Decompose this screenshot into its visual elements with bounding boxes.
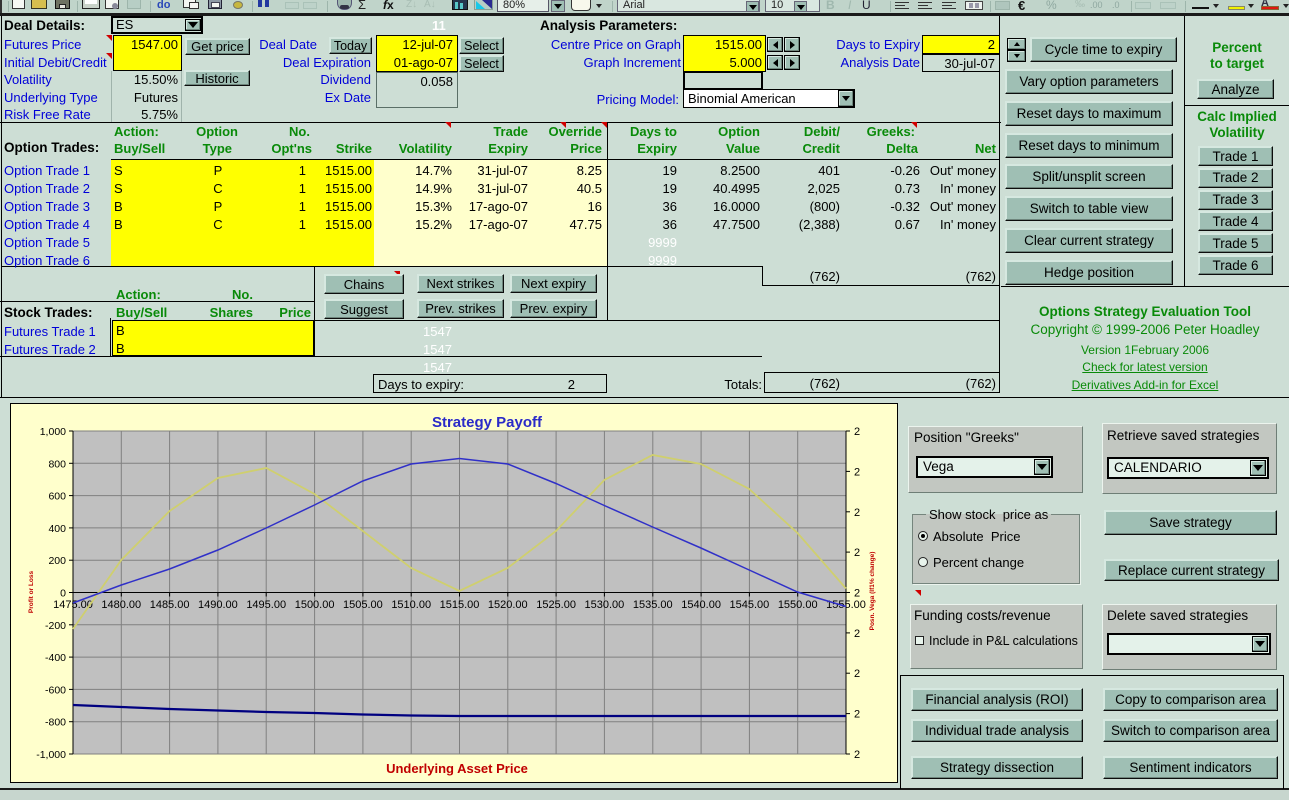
svg-text:1480.00: 1480.00 <box>101 599 141 611</box>
svg-text:1555.00: 1555.00 <box>826 599 866 611</box>
svg-text:1,000: 1,000 <box>40 426 66 438</box>
svg-text:1485.00: 1485.00 <box>150 599 190 611</box>
svg-text:2: 2 <box>854 668 860 680</box>
svg-text:Strategy Payoff: Strategy Payoff <box>432 414 543 431</box>
svg-text:2: 2 <box>854 749 860 761</box>
svg-text:1495.00: 1495.00 <box>246 599 286 611</box>
svg-text:2: 2 <box>854 507 860 519</box>
svg-text:1545.00: 1545.00 <box>730 599 770 611</box>
svg-text:1520.00: 1520.00 <box>488 599 528 611</box>
svg-text:1490.00: 1490.00 <box>198 599 238 611</box>
svg-text:-1,000: -1,000 <box>36 749 66 761</box>
svg-text:400: 400 <box>48 523 66 535</box>
svg-text:-200: -200 <box>45 620 66 632</box>
svg-text:-600: -600 <box>45 684 66 696</box>
svg-text:1540.00: 1540.00 <box>681 599 721 611</box>
svg-text:800: 800 <box>48 458 66 470</box>
svg-text:-800: -800 <box>45 717 66 729</box>
svg-text:1525.00: 1525.00 <box>536 599 576 611</box>
svg-text:2: 2 <box>854 628 860 640</box>
svg-text:Profit or Loss: Profit or Loss <box>28 570 35 613</box>
svg-text:Posn. Vega (If1% change): Posn. Vega (If1% change) <box>869 552 876 631</box>
svg-text:-400: -400 <box>45 652 66 664</box>
svg-text:1530.00: 1530.00 <box>585 599 625 611</box>
svg-text:1505.00: 1505.00 <box>343 599 383 611</box>
svg-text:2: 2 <box>854 426 860 438</box>
svg-text:2: 2 <box>854 547 860 559</box>
svg-text:600: 600 <box>48 491 66 503</box>
svg-text:2: 2 <box>854 588 860 600</box>
svg-text:Underlying Asset Price: Underlying Asset Price <box>386 761 528 776</box>
svg-text:1500.00: 1500.00 <box>295 599 335 611</box>
svg-text:1535.00: 1535.00 <box>633 599 673 611</box>
svg-text:1515.00: 1515.00 <box>440 599 480 611</box>
svg-text:1550.00: 1550.00 <box>778 599 818 611</box>
svg-text:2: 2 <box>854 466 860 478</box>
svg-text:2: 2 <box>854 709 860 721</box>
svg-text:1510.00: 1510.00 <box>391 599 431 611</box>
svg-text:0: 0 <box>60 588 66 600</box>
svg-text:200: 200 <box>48 555 66 567</box>
